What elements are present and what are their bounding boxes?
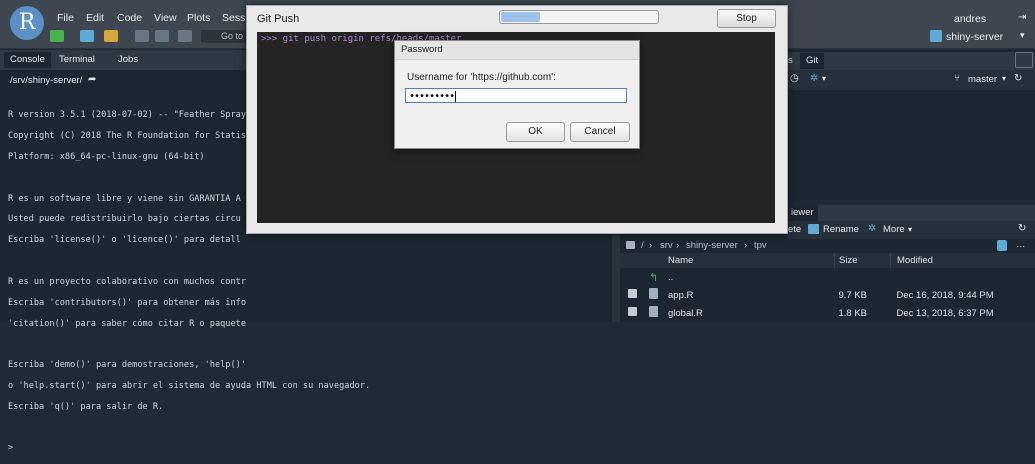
tab-history-partial[interactable]: s	[788, 53, 793, 69]
goto-file-input[interactable]: Go to	[201, 30, 249, 43]
row-checkbox[interactable]	[628, 307, 637, 316]
files-tab-bar: iewer	[786, 205, 1035, 221]
console-line: Escriba 'q()' para salir de R.	[8, 402, 370, 412]
chevron-down-icon[interactable]: ▾	[1020, 31, 1025, 41]
stop-button[interactable]: Stop	[717, 9, 776, 28]
git-tab-bar: s Git	[786, 52, 1035, 70]
chevron-down-icon[interactable]: ▾	[822, 74, 826, 83]
console-line: Escriba 'license()' o 'licence()' para d…	[8, 235, 370, 245]
parent-dir-icon: ↰	[648, 268, 666, 286]
rename-icon	[808, 224, 819, 234]
tab-jobs[interactable]: Jobs	[112, 52, 144, 68]
files-toolbar: ete Rename ✲ More ▾ ↻	[786, 221, 1035, 239]
push-progress-fill	[501, 12, 540, 22]
menu-edit[interactable]: Edit	[86, 12, 104, 24]
table-row[interactable]: global.R 1.8 KB Dec 13, 2018, 6:37 PM	[620, 304, 1035, 322]
git-push-title: Git Push	[257, 13, 299, 25]
console-line: Escriba 'demo()' para demostraciones, 'h…	[8, 360, 370, 370]
branch-selector[interactable]: master	[968, 74, 997, 85]
open-file-icon[interactable]	[104, 30, 118, 42]
history-icon[interactable]: ◷	[790, 73, 799, 84]
tab-terminal[interactable]: Terminal	[53, 52, 101, 68]
tab-console[interactable]: Console	[4, 52, 51, 68]
console-line: R es un proyecto colaborativo con muchos…	[8, 277, 370, 287]
console-line: ​	[8, 339, 370, 349]
tab-git[interactable]: Git	[800, 53, 824, 69]
console-working-dir: /srv/shiny-server/	[10, 75, 82, 86]
more-button[interactable]: More	[883, 224, 905, 235]
menu-view[interactable]: View	[154, 12, 177, 24]
text-caret	[455, 91, 456, 102]
r-logo-icon: R	[10, 6, 44, 40]
breadcrumb-tpv[interactable]: tpv	[754, 240, 767, 251]
gear-icon[interactable]: ✲	[868, 223, 876, 234]
ok-button[interactable]: OK	[506, 122, 565, 142]
breadcrumb-shiny-server[interactable]: shiny-server	[686, 240, 738, 251]
table-row[interactable]: app.R 9.7 KB Dec 16, 2018, 9:44 PM	[620, 286, 1035, 304]
git-toolbar: ◷ ✲ ▾ ⑂ master ▾ ↻	[786, 70, 1035, 90]
file-name[interactable]: ..	[666, 268, 835, 286]
maximize-pane-icon[interactable]	[1015, 52, 1033, 68]
file-size: 1.8 KB	[835, 304, 891, 322]
project-icon	[930, 30, 942, 42]
username-value: •••••••••	[409, 91, 454, 102]
column-name[interactable]: Name	[666, 253, 835, 268]
user-name: andres	[954, 13, 986, 25]
chevron-down-icon[interactable]: ▾	[908, 225, 912, 234]
username-input[interactable]: •••••••••	[405, 88, 627, 103]
password-dialog-title: Password	[401, 44, 443, 55]
breadcrumb-srv[interactable]: srv	[660, 240, 673, 251]
console-line: o 'help.start()' para abrir el sistema d…	[8, 381, 370, 391]
table-row[interactable]: ↰ ..	[620, 268, 1035, 286]
table-header-row: Name Size Modified	[620, 253, 1035, 268]
file-modified: Dec 16, 2018, 9:44 PM	[891, 286, 1035, 304]
print-icon[interactable]	[178, 30, 192, 42]
file-name[interactable]: app.R	[666, 286, 835, 304]
column-size[interactable]: Size	[835, 253, 891, 268]
save-icon[interactable]	[135, 30, 149, 42]
menu-file[interactable]: File	[57, 12, 74, 24]
file-name[interactable]: global.R	[666, 304, 835, 322]
rename-button[interactable]: Rename	[823, 224, 859, 235]
new-file-icon[interactable]	[50, 30, 64, 42]
password-dialog-titlebar: Password	[395, 41, 639, 60]
file-table: Name Size Modified ↰ .. app.R 9.7 KB Dec…	[620, 253, 1035, 322]
new-project-icon[interactable]	[80, 30, 94, 42]
push-progress-bar	[499, 10, 659, 24]
tab-viewer-partial[interactable]: iewer	[787, 205, 818, 221]
goto-dir-icon[interactable]: ➦	[88, 74, 96, 85]
delete-button[interactable]: ete	[788, 224, 801, 235]
save-all-icon[interactable]	[155, 30, 169, 42]
r-file-icon	[649, 288, 658, 299]
password-dialog: Password Username for 'https://github.co…	[394, 40, 640, 149]
console-prompt[interactable]: >	[8, 443, 370, 453]
console-line: 'citation()' para saber cómo citar R o p…	[8, 319, 370, 329]
breadcrumb-root[interactable]: /	[641, 240, 644, 251]
more-options-icon[interactable]: …	[1016, 239, 1026, 250]
refresh-icon[interactable]: ↻	[1018, 223, 1026, 234]
menu-code[interactable]: Code	[117, 12, 142, 24]
refresh-icon[interactable]: ↻	[1014, 73, 1022, 84]
gear-icon[interactable]: ✲	[810, 73, 818, 84]
cancel-button[interactable]: Cancel	[570, 122, 630, 142]
row-checkbox[interactable]	[628, 289, 637, 298]
menu-plots[interactable]: Plots	[187, 12, 210, 24]
r-file-icon	[649, 306, 658, 317]
column-modified[interactable]: Modified	[891, 253, 1035, 268]
menu-session[interactable]: Sessi	[222, 12, 248, 24]
console-line: ​	[8, 256, 370, 266]
branch-icon: ⑂	[954, 73, 960, 84]
username-label: Username for 'https://github.com':	[407, 72, 556, 83]
home-icon[interactable]	[626, 241, 635, 249]
console-line: ​	[8, 423, 370, 433]
file-modified: Dec 13, 2018, 6:37 PM	[891, 304, 1035, 322]
project-file-icon[interactable]	[997, 240, 1007, 251]
chevron-down-icon[interactable]: ▾	[1002, 74, 1006, 83]
project-name[interactable]: shiny-server	[946, 31, 1003, 43]
file-size: 9.7 KB	[835, 286, 891, 304]
signout-icon[interactable]: ⇥	[1018, 12, 1026, 23]
console-line: Escriba 'contributors()' para obtener má…	[8, 298, 370, 308]
